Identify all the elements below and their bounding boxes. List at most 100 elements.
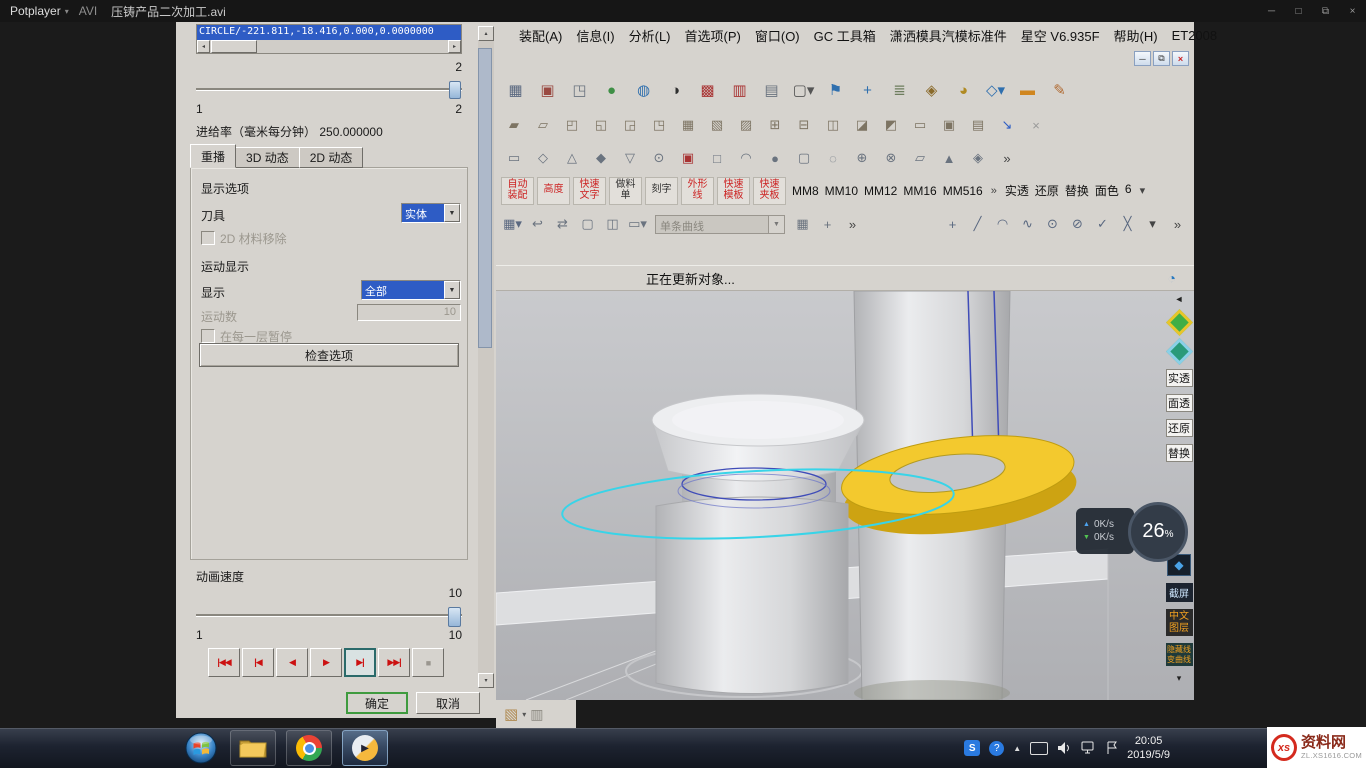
chevron-down-icon[interactable]: ▼ [444, 204, 460, 222]
quick-tool-button[interactable]: 刻字 [645, 177, 678, 205]
toolbar-icon[interactable]: ∿ [1016, 212, 1039, 236]
play-backward-button[interactable]: ◀ [276, 648, 308, 677]
hidden-icons-chevron-icon[interactable]: ▲ [1013, 744, 1021, 753]
slider-thumb[interactable] [449, 81, 461, 99]
hidden-line-button[interactable]: 隐藏线变曲线 [1166, 643, 1193, 666]
solid-cube-icon[interactable]: ▧ [504, 705, 518, 723]
toolsize-button[interactable]: MM16 [900, 184, 939, 198]
toolbar-icon[interactable]: ▽ [617, 146, 643, 170]
toolbar-icon[interactable]: » [841, 212, 864, 236]
ime-icon[interactable]: S [964, 740, 980, 756]
progress-percent-badge[interactable]: 26 % [1128, 502, 1188, 562]
progress-slider[interactable] [196, 80, 462, 98]
slider-track[interactable] [196, 88, 462, 91]
action-center-flag-icon[interactable] [1106, 741, 1118, 755]
animation-speed-slider[interactable] [196, 606, 462, 624]
toolbar-icon[interactable]: ◩ [878, 113, 904, 138]
curve-rule-value[interactable]: 单条曲线 [656, 216, 768, 233]
tool-combobox[interactable]: 实体 ▼ [401, 203, 461, 223]
toolbar-icon[interactable]: ▦ [501, 76, 530, 104]
check-options-button[interactable]: 检查选项 [199, 343, 459, 367]
menu-item[interactable]: GC 工具箱 [807, 26, 883, 45]
view-mode-button[interactable]: 还原 [1032, 182, 1062, 199]
toolbar-icon[interactable]: ▦▾ [501, 212, 524, 236]
chevron-down-icon[interactable]: ▼ [444, 281, 460, 299]
toolbar-icon[interactable]: ⊙ [1041, 212, 1064, 236]
window-control-button[interactable]: □ [1285, 0, 1312, 22]
toolbar-icon[interactable]: ⊕ [849, 146, 875, 170]
tool-selected-value[interactable]: 实体 [402, 204, 444, 222]
taskbar-button-chrome[interactable] [286, 730, 332, 766]
layer-state-icon[interactable] [1168, 340, 1190, 362]
face-translucent-button[interactable]: 面透 [1166, 394, 1193, 412]
chevron-down-icon[interactable]: ▾ [1177, 673, 1182, 684]
menu-item[interactable]: 星空 V6.935F [1014, 26, 1107, 45]
toolbar-icon[interactable]: ⊙ [646, 146, 672, 170]
show-combobox[interactable]: 全部 ▼ [361, 280, 461, 300]
chevron-down-icon[interactable]: ▼ [768, 216, 784, 233]
toolbar-icon[interactable]: ▧ [704, 113, 730, 138]
help-icon[interactable]: ? [989, 741, 1004, 756]
toolbar-icon[interactable]: ▣ [533, 76, 562, 104]
clock[interactable]: 20:05 2019/5/9 [1127, 734, 1170, 763]
restore-button[interactable]: 还原 [1166, 419, 1193, 437]
toolbar-icon[interactable]: ↩ [526, 212, 549, 236]
toolbar-icon[interactable]: ▩ [693, 76, 722, 104]
toolbar-icon[interactable]: ▢ [576, 212, 599, 236]
toolbar-icon[interactable]: ▥ [725, 76, 754, 104]
chevron-down-icon[interactable]: ▾ [1138, 184, 1148, 197]
toolbar-icon[interactable]: ◌ [820, 146, 846, 170]
toolbar-icon[interactable]: ◲ [617, 113, 643, 138]
toolbar-icon[interactable]: ↘ [994, 113, 1020, 138]
quick-tool-button[interactable]: 做料单 [609, 177, 642, 205]
quick-tool-button[interactable]: 快速文字 [573, 177, 606, 205]
toolbar-icon[interactable]: × [1023, 113, 1049, 138]
toolbar-icon[interactable]: ⊞ [762, 113, 788, 138]
toolbar-icon[interactable]: ◈ [965, 146, 991, 170]
solid-translucent-button[interactable]: 实透 [1166, 369, 1193, 387]
menu-item[interactable]: 装配(A) [512, 26, 569, 45]
toolbar-icon[interactable]: ▣ [936, 113, 962, 138]
toolbar-icon[interactable]: ▱ [530, 113, 556, 138]
taskbar-button-explorer[interactable] [230, 730, 276, 766]
toolbar-icon[interactable]: ◱ [588, 113, 614, 138]
stop-button[interactable]: ■ [412, 648, 444, 677]
toolpath-event-list[interactable]: CIRCLE/-221.811,-18.416,0.000,0.0000000 … [196, 24, 462, 54]
quick-tool-button[interactable]: 外形线 [681, 177, 714, 205]
quick-tool-button[interactable]: 快速模板 [717, 177, 750, 205]
toolbar-icon[interactable]: ▾ [1141, 212, 1164, 236]
list-horizontal-scrollbar[interactable]: ◂ ▸ [197, 40, 461, 53]
toolbar-icon[interactable]: ◍ [629, 76, 658, 104]
toolbar-icon[interactable]: ▭ [501, 146, 527, 170]
toolbar-icon[interactable]: + [941, 212, 964, 236]
toolbar-icon[interactable]: ▣ [675, 146, 701, 170]
toolbar-icon[interactable]: ▰ [501, 113, 527, 138]
toolbar-icon[interactable]: ✓ [1091, 212, 1114, 236]
overflow-chevron-icon[interactable]: » [989, 185, 999, 197]
toolbar-icon[interactable]: ✎ [1045, 76, 1074, 104]
close-icon[interactable]: × [1172, 51, 1189, 66]
toolbar-icon[interactable]: ◆ [588, 146, 614, 170]
material-removal-checkbox[interactable] [201, 231, 215, 245]
toolbar-icon[interactable]: ● [762, 146, 788, 170]
toolbar-icon[interactable]: ⊗ [878, 146, 904, 170]
slider-thumb[interactable] [448, 607, 461, 627]
scroll-down-icon[interactable]: ▾ [478, 673, 494, 688]
toolbar-icon[interactable]: ⇄ [551, 212, 574, 236]
ok-button[interactable]: 确定 [346, 692, 408, 714]
clipped-toolbar-icon[interactable]: ▥ [530, 706, 543, 723]
show-selected-value[interactable]: 全部 [362, 281, 444, 299]
play-forward-button[interactable]: ▶ [310, 648, 342, 677]
toolbar-icon[interactable]: ◰ [559, 113, 585, 138]
toolsize-button[interactable]: MM10 [822, 184, 861, 198]
menu-item[interactable]: ET2008 [1165, 28, 1225, 43]
toolbar-icon[interactable]: ▦ [791, 212, 814, 236]
toolbar-icon[interactable]: ▢ [791, 146, 817, 170]
toolbar-icon[interactable]: ◠ [733, 146, 759, 170]
potplayer-app-name[interactable]: Potplayer [10, 4, 61, 18]
toolbar-icon[interactable]: + [853, 76, 882, 104]
toolbar-icon[interactable]: ▭▾ [626, 212, 649, 236]
toolbar-icon[interactable]: ▢▾ [789, 76, 818, 104]
dialog-vertical-scrollbar[interactable]: ▴ ▾ [478, 26, 494, 688]
restore-icon[interactable]: ⧉ [1153, 51, 1170, 66]
